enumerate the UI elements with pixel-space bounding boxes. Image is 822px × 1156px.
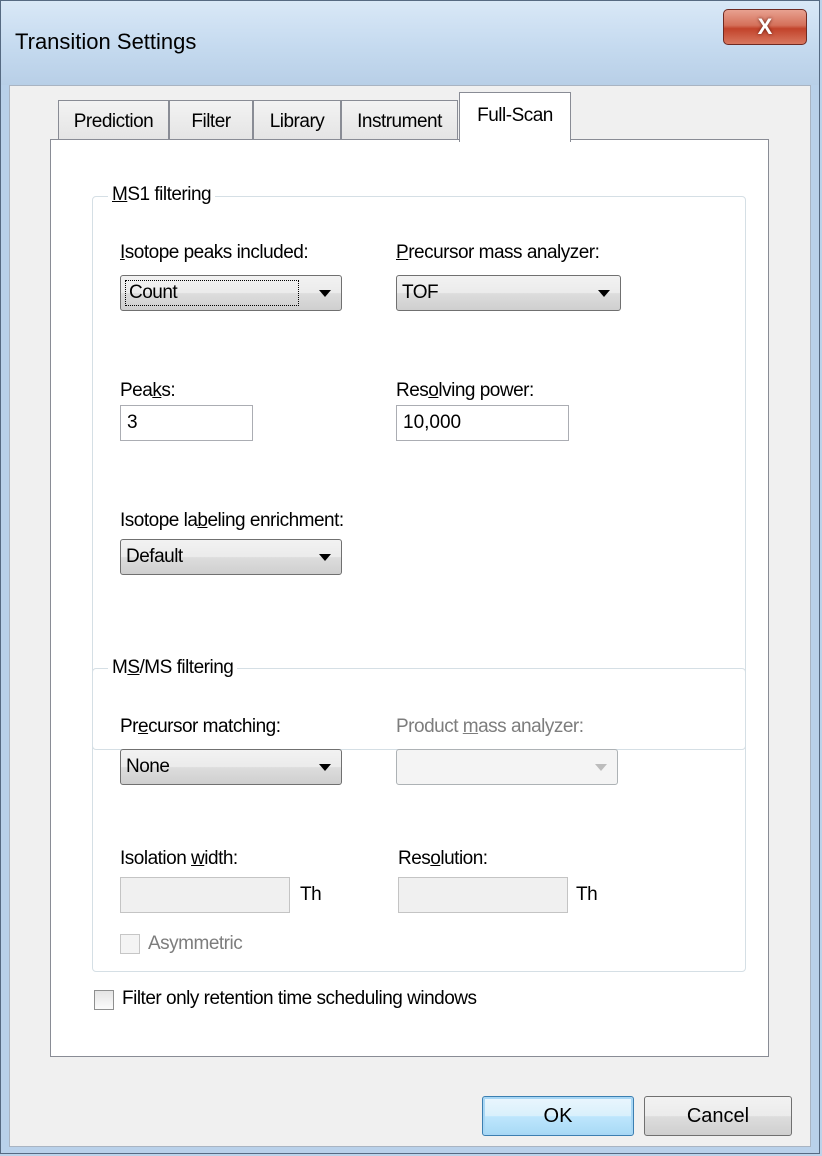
msms-filtering-group [92,668,746,972]
precursor-analyzer-label-text: recursor mass analyzer: [408,242,600,263]
enrichment-value: Default [126,546,183,567]
isotope-peaks-label: Isotope peaks included: [120,242,309,263]
ok-button[interactable]: OK [482,1096,634,1136]
resolving-power-input[interactable]: 10,000 [396,405,569,441]
resolution-label: Resolution: [398,848,488,869]
tab-library[interactable]: Library [253,100,341,142]
asymmetric-checkbox[interactable] [120,934,140,954]
precursor-matching-dropdown[interactable]: None [120,749,342,785]
chevron-down-icon [319,554,331,561]
tab-filter[interactable]: Filter [169,100,253,142]
filter-rt-checkbox[interactable] [94,990,114,1010]
tab-instrument[interactable]: Instrument [341,100,458,142]
asymmetric-label: Asymmetric [148,933,243,954]
isotope-peaks-label-text: sotope peaks included: [124,242,309,263]
ms1-legend-text: S1 filtering [127,184,212,205]
product-analyzer-dropdown[interactable] [396,749,618,785]
filter-rt-label: Filter only retention time scheduling wi… [122,988,477,1009]
peaks-label: Peaks: [120,380,176,401]
chevron-down-icon [319,764,331,771]
isotope-peaks-dropdown[interactable]: Count [120,275,342,311]
peaks-input[interactable]: 3 [120,405,253,441]
tab-full-scan[interactable]: Full-Scan [459,92,571,142]
isolation-width-label: Isolation width: [120,848,238,869]
close-button[interactable]: X [723,9,807,45]
resolution-input[interactable] [398,877,568,913]
precursor-analyzer-label: Precursor mass analyzer: [396,242,600,263]
isolation-width-input[interactable] [120,877,290,913]
resolution-unit: Th [576,884,598,905]
chevron-down-icon [319,290,331,297]
precursor-analyzer-value: TOF [402,282,439,303]
chevron-down-icon [595,764,607,771]
title-bar: Transition Settings X [1,1,819,85]
precursor-analyzer-dropdown[interactable]: TOF [396,275,621,311]
tab-prediction[interactable]: Prediction [58,100,169,142]
ms1-filtering-legend: MS1 filtering [108,184,216,206]
enrichment-label: Isotope labeling enrichment: [120,510,344,531]
precursor-matching-value: None [126,756,170,777]
precursor-matching-label: Precursor matching: [120,716,281,737]
msms-filtering-legend: MS/MS filtering [108,657,238,679]
isotope-peaks-value: Count [129,282,178,303]
isolation-width-unit: Th [300,884,322,905]
enrichment-dropdown[interactable]: Default [120,539,342,575]
resolving-power-label: Resolving power: [396,380,534,401]
chevron-down-icon [598,290,610,297]
window-title: Transition Settings [15,29,197,54]
product-analyzer-label: Product mass analyzer: [396,716,584,737]
cancel-button[interactable]: Cancel [644,1096,792,1136]
